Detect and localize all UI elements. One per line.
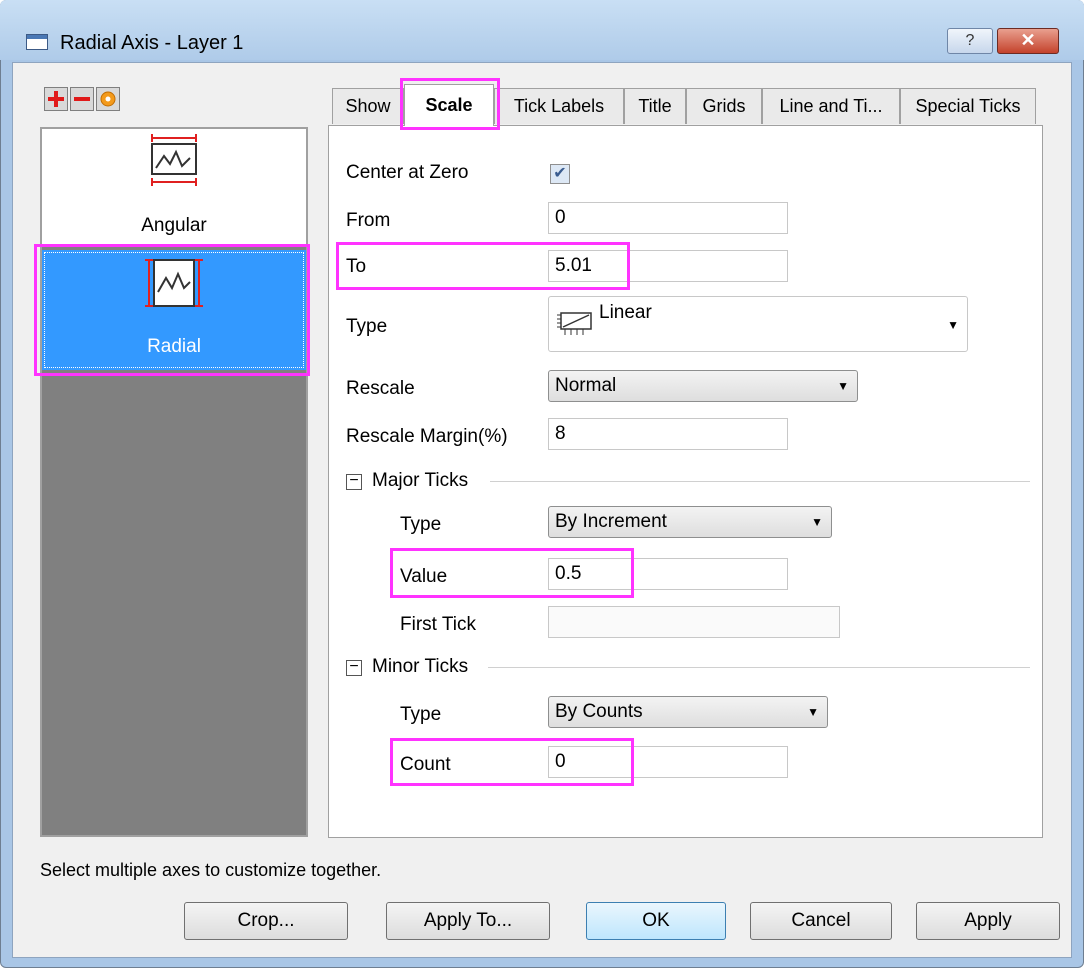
scale-type-select[interactable]: Linear ▼ (548, 296, 968, 352)
center-at-zero-label: Center at Zero (346, 162, 469, 183)
tab-tick-labels[interactable]: Tick Labels (494, 88, 624, 124)
help-button[interactable]: ? (947, 28, 993, 54)
tab-special-ticks[interactable]: Special Ticks (900, 88, 1036, 124)
major-ticks-heading: Major Ticks (372, 470, 469, 491)
chevron-down-icon: ▼ (837, 379, 849, 393)
axis-item-label: Angular (141, 215, 207, 236)
app-icon (26, 34, 48, 50)
close-button[interactable]: ✕ (997, 28, 1059, 54)
window-title: Radial Axis - Layer 1 (60, 32, 244, 54)
major-type-label: Type (400, 514, 442, 535)
apply-to-button[interactable]: Apply To... (386, 902, 550, 940)
status-text: Select multiple axes to customize togeth… (40, 860, 382, 880)
scale-type-value: Linear (599, 302, 652, 323)
cancel-button[interactable]: Cancel (750, 902, 892, 940)
axis-item-angular[interactable]: Angular (42, 129, 306, 247)
chevron-down-icon: ▼ (811, 515, 823, 529)
group-divider (490, 481, 1030, 482)
linear-scale-icon (557, 312, 592, 335)
minor-ticks-collapse-toggle[interactable]: − (346, 659, 362, 676)
major-type-select[interactable]: By Increment ▼ (548, 506, 832, 538)
tab-show[interactable]: Show (332, 88, 404, 124)
major-ticks-collapse-toggle[interactable]: − (346, 473, 362, 490)
circle-icon[interactable] (96, 87, 120, 111)
major-type-value: By Increment (555, 511, 667, 532)
angular-axis-icon (151, 134, 197, 186)
chevron-down-icon: ▼ (947, 318, 959, 332)
ok-button[interactable]: OK (586, 902, 726, 940)
minor-ticks-heading: Minor Ticks (372, 656, 469, 677)
minor-type-label: Type (400, 704, 442, 725)
crop-button[interactable]: Crop... (184, 902, 348, 940)
highlight-radial (34, 244, 310, 376)
plus-icon[interactable] (44, 87, 68, 111)
minus-icon[interactable] (70, 87, 94, 111)
apply-button[interactable]: Apply (916, 902, 1060, 940)
type-label: Type (346, 316, 388, 337)
tab-grids[interactable]: Grids (686, 88, 762, 124)
rescale-margin-label: Rescale Margin(%) (346, 426, 508, 447)
rescale-label: Rescale (346, 378, 415, 399)
minor-type-select[interactable]: By Counts ▼ (548, 696, 828, 728)
group-divider (488, 667, 1030, 668)
first-tick-input[interactable] (548, 606, 840, 638)
first-tick-label: First Tick (400, 614, 476, 635)
from-label: From (346, 210, 391, 231)
rescale-margin-input[interactable] (548, 418, 788, 450)
chevron-down-icon: ▼ (807, 705, 819, 719)
highlight-value (390, 548, 634, 598)
minor-type-value: By Counts (555, 701, 643, 722)
highlight-scale-tab (400, 78, 500, 130)
tab-title[interactable]: Title (624, 88, 686, 124)
highlight-to (336, 242, 630, 290)
from-input[interactable] (548, 202, 788, 234)
highlight-count (390, 738, 634, 786)
center-at-zero-checkbox[interactable]: ✔ (550, 164, 570, 184)
rescale-value: Normal (555, 375, 617, 396)
rescale-select[interactable]: Normal ▼ (548, 370, 858, 402)
tab-line-and-ticks[interactable]: Line and Ti... (762, 88, 900, 124)
